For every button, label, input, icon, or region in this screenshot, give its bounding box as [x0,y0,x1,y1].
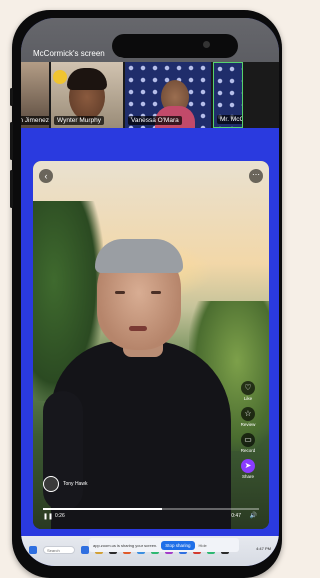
start-icon[interactable] [29,546,37,554]
side-button-volume-down [10,170,13,208]
taskbar-app-icon[interactable] [81,546,89,554]
creator-info[interactable]: Tony Hawk [43,476,87,492]
share-button[interactable]: ➤ Share [241,459,255,479]
video-progress-bar[interactable] [43,508,259,510]
participant-name: Wynter Murphy [54,116,105,125]
share-banner: app.zoom.us is sharing your screen. Stop… [89,538,239,552]
camera-icon: ▭ [240,433,255,447]
dynamic-island [112,34,238,58]
shared-screen-background [21,128,279,156]
action-label: Like [243,396,253,401]
pause-icon[interactable]: ❚❚ [43,513,53,520]
time-total: 0:47 [231,513,241,519]
phone-screen: McCormick's screen − Justin Jimenez Wynt… [21,18,279,566]
camera-lens [203,41,210,48]
review-button[interactable]: ☆ Review [240,407,256,427]
back-icon[interactable]: ‹ [39,169,53,183]
participant-tile-active[interactable]: Mr. McC [213,62,243,128]
share-label: McCormick's screen [33,49,105,58]
progress-fill [43,508,162,510]
side-button-volume-up [10,122,13,160]
share-banner-text: app.zoom.us is sharing your screen. [93,542,158,548]
participant-tile[interactable]: Vanessa O'Mara [125,62,211,128]
action-label: Share [241,474,254,479]
like-button[interactable]: ♡ Like [241,381,255,401]
search-input[interactable]: Search [43,546,75,554]
share-icon: ➤ [241,459,255,473]
stop-sharing-button[interactable]: Stop sharing [161,540,195,550]
participant-name: Vanessa O'Mara [128,116,182,125]
participant-tile[interactable]: Wynter Murphy [51,62,123,128]
record-button[interactable]: ▭ Record [240,433,256,453]
participant-name: Mr. McC [217,115,242,124]
video-actions: ♡ Like ☆ Review ▭ Record ➤ Share [233,381,263,479]
volume-icon[interactable]: 🔊 [250,512,257,519]
action-label: Record [240,448,256,453]
participant-tile[interactable]: Justin Jimenez [21,62,49,128]
hide-button[interactable]: Hide [199,543,207,548]
participant-name: Justin Jimenez [21,116,49,125]
heart-icon: ♡ [241,381,255,395]
more-icon[interactable]: ⋯ [249,169,263,183]
side-button-action [10,88,13,106]
clock: 4:47 PM [256,546,271,551]
creator-name: Tony Hawk [63,481,88,487]
shared-phone-video: ‹ ⋯ ♡ Like ☆ Review ▭ Record ➤ Share Ton… [33,161,269,529]
time-elapsed: 0:26 [55,513,65,519]
action-label: Review [240,422,256,427]
avatar[interactable] [43,476,59,492]
star-icon: ☆ [240,407,255,421]
participants-strip: Justin Jimenez Wynter Murphy Vanessa O'M… [21,62,279,128]
